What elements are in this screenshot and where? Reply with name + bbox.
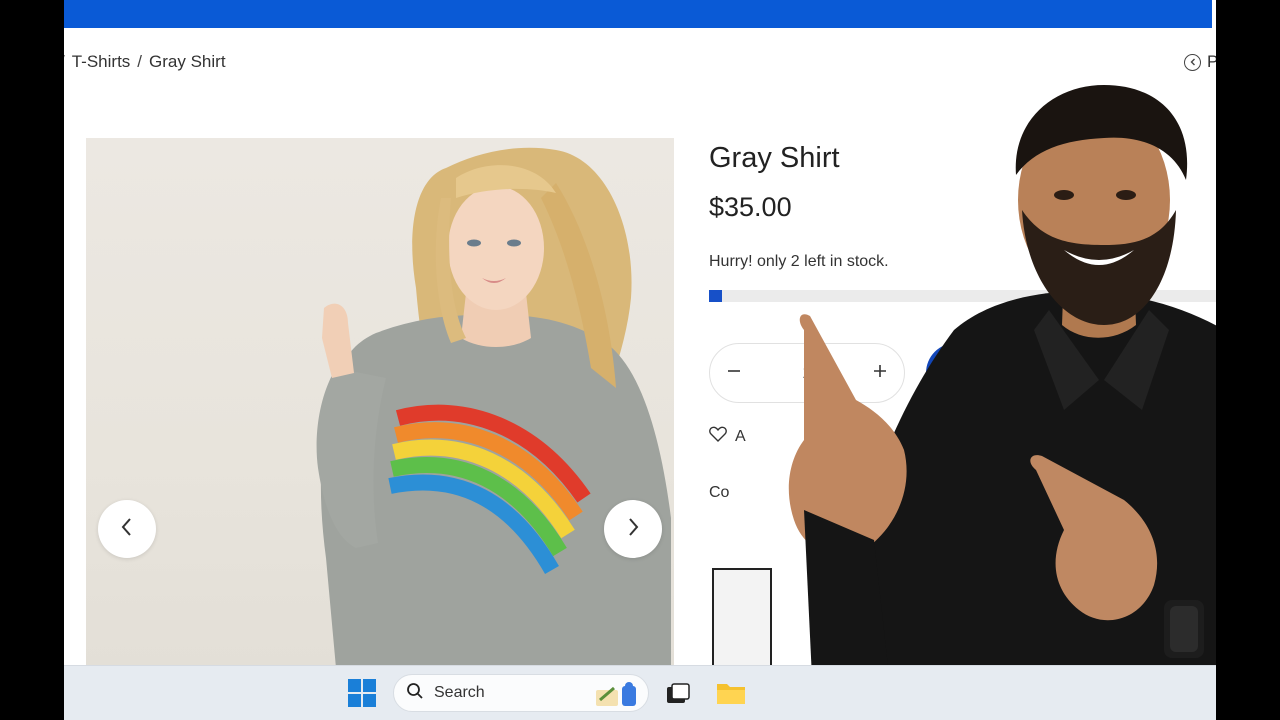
previous-product-link[interactable]: P xyxy=(1184,52,1216,72)
product-photo-illustration xyxy=(316,147,671,668)
breadcrumb: / T-Shirts / Gray Shirt xyxy=(64,52,226,72)
add-to-wishlist-link[interactable]: A xyxy=(709,426,746,447)
product-image xyxy=(86,138,674,668)
windows-start-icon[interactable] xyxy=(348,679,376,707)
stock-progress-fill xyxy=(709,290,722,302)
file-explorer-icon[interactable] xyxy=(716,680,746,706)
breadcrumb-item-tshirts[interactable]: T-Shirts xyxy=(72,52,131,72)
task-view-icon[interactable] xyxy=(665,681,691,707)
site-header-bar xyxy=(64,0,1212,28)
breadcrumb-separator: / xyxy=(64,52,65,72)
wishlist-label: A xyxy=(735,427,746,445)
chevron-left-circle-icon xyxy=(1184,53,1201,71)
breadcrumb-item-current: Gray Shirt xyxy=(149,52,226,71)
breadcrumb-separator: / xyxy=(137,52,143,71)
search-highlight-icon xyxy=(596,682,636,706)
taskbar-search[interactable]: Search xyxy=(393,674,649,712)
chevron-right-icon xyxy=(625,516,641,543)
search-icon xyxy=(406,682,424,705)
taskbar: Search xyxy=(64,665,1216,720)
product-thumbnail[interactable] xyxy=(712,568,772,668)
previous-product-label: P xyxy=(1207,52,1216,71)
search-label: Search xyxy=(434,684,485,701)
heart-icon xyxy=(709,426,727,447)
gallery-prev-button[interactable] xyxy=(98,500,156,558)
gallery-next-button[interactable] xyxy=(604,500,662,558)
presenter-overlay xyxy=(788,85,1216,720)
browser-viewport: / T-Shirts / Gray Shirt P xyxy=(64,0,1216,720)
chevron-left-icon xyxy=(119,516,135,543)
minus-button[interactable] xyxy=(724,363,744,383)
compare-label[interactable]: Co xyxy=(709,484,729,502)
